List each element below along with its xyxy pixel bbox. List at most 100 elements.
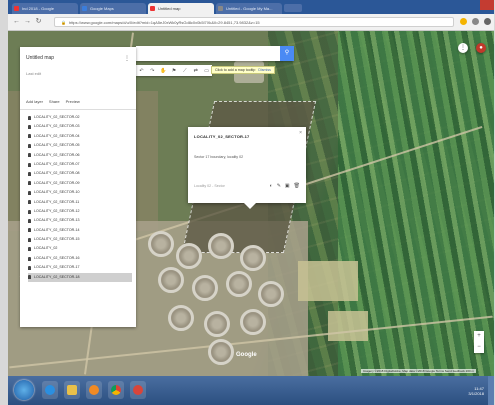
divider bbox=[20, 109, 136, 110]
layer-item[interactable]: LOCALITY_02_SECTOR-11 bbox=[28, 198, 132, 207]
url-field[interactable]: 🔒 https://www.google.com/maps/d/u/0/edit?… bbox=[54, 17, 454, 27]
screen: Ind 2018 - Google Google Maps Untitled m… bbox=[8, 0, 494, 405]
layer-item[interactable]: LOCALITY_02_SECTOR-09 bbox=[28, 179, 132, 188]
layer-item-label: LOCALITY_02_SECTOR-15 bbox=[34, 237, 80, 242]
tooltip-text: Click to add a map tooltip bbox=[215, 68, 256, 72]
layer-item[interactable]: LOCALITY_02_SECTOR-14 bbox=[28, 226, 132, 235]
polygon-icon bbox=[28, 200, 31, 205]
layer-item[interactable]: LOCALITY_02_SECTOR-03 bbox=[28, 122, 132, 131]
show-desktop-button[interactable] bbox=[488, 376, 494, 405]
directions-icon[interactable]: ⇄ bbox=[190, 68, 201, 74]
layer-item[interactable]: LOCALITY_02 bbox=[28, 244, 132, 253]
layer-item[interactable]: LOCALITY_02_SECTOR-18 bbox=[28, 272, 132, 283]
star-icon[interactable] bbox=[460, 18, 467, 25]
layer-item-label: LOCALITY_02_SECTOR-04 bbox=[34, 133, 80, 138]
layer-item-label: LOCALITY_02_SECTOR-09 bbox=[34, 180, 80, 185]
tab-label: Google Maps bbox=[90, 6, 114, 11]
polygon-icon bbox=[28, 218, 31, 223]
layer-item-label: LOCALITY_02_SECTOR-17 bbox=[34, 265, 80, 270]
marker-icon[interactable]: ⚑ bbox=[169, 68, 180, 74]
layer-item[interactable]: LOCALITY_02_SECTOR-10 bbox=[28, 188, 132, 197]
gmail-icon bbox=[14, 6, 19, 11]
app-icon[interactable] bbox=[130, 381, 146, 399]
add-layer-button[interactable]: Add layer bbox=[26, 99, 43, 104]
clock-date: 3/1/2018 bbox=[468, 391, 484, 396]
draw-line-icon[interactable]: ⟋ bbox=[179, 68, 190, 74]
tab-2[interactable]: Google Maps bbox=[80, 3, 146, 14]
layer-item[interactable]: LOCALITY_02_SECTOR-04 bbox=[28, 132, 132, 141]
layer-item[interactable]: LOCALITY_02_SECTOR-02 bbox=[28, 113, 132, 122]
style-icon[interactable]: ◐ bbox=[270, 183, 273, 189]
layer-item-label: LOCALITY_02_SECTOR-08 bbox=[34, 171, 80, 176]
layer-item-label: LOCALITY_02_SECTOR-13 bbox=[34, 218, 80, 223]
tab-3[interactable]: Untitled map bbox=[148, 3, 214, 14]
hand-icon[interactable]: ✋ bbox=[158, 68, 169, 74]
polygon-icon bbox=[28, 256, 31, 261]
feature-info-popup: LOCALITY_02_SECTOR-17 × Sector 17 bounda… bbox=[188, 127, 306, 209]
avatar[interactable]: ● bbox=[476, 43, 486, 53]
popup-title: LOCALITY_02_SECTOR-17 bbox=[194, 134, 250, 139]
system-tray: 11:47 3/1/2018 bbox=[468, 386, 484, 396]
layer-item[interactable]: LOCALITY_02_SECTOR-13 bbox=[28, 216, 132, 225]
layer-item[interactable]: LOCALITY_02_SECTOR-17 bbox=[28, 263, 132, 272]
search-box[interactable]: ⚲ bbox=[136, 46, 294, 61]
polygon-icon bbox=[28, 228, 31, 233]
maximize-button[interactable] bbox=[466, 0, 480, 10]
layer-item-label: LOCALITY_02_SECTOR-16 bbox=[34, 255, 80, 260]
polygon-icon bbox=[28, 134, 31, 139]
search-icon[interactable]: ⚲ bbox=[280, 46, 294, 61]
preview-button[interactable]: Preview bbox=[66, 99, 80, 104]
map-toolbar: ↶ ↷ ✋ ⚑ ⟋ ⇄ ▭ bbox=[136, 65, 212, 76]
minimize-button[interactable] bbox=[452, 0, 466, 10]
popup-actions: ◐ ✎ ▣ 🗑 bbox=[270, 183, 300, 189]
layer-item[interactable]: LOCALITY_02_SECTOR-12 bbox=[28, 207, 132, 216]
media-player-icon[interactable] bbox=[86, 381, 102, 399]
field-patch bbox=[298, 261, 358, 301]
layer-item[interactable]: LOCALITY_02_SECTOR-06 bbox=[28, 151, 132, 160]
extension-icon[interactable] bbox=[472, 18, 479, 25]
layer-item-list: LOCALITY_02_SECTOR-02 LOCALITY_02_SECTOR-… bbox=[28, 113, 132, 283]
maps-icon bbox=[82, 6, 87, 11]
more-vert-icon[interactable]: ⋮ bbox=[124, 55, 130, 62]
chrome-icon[interactable] bbox=[108, 381, 124, 399]
tooltip-banner: Click to add a map tooltip Dismiss bbox=[211, 66, 275, 74]
layer-item[interactable]: LOCALITY_02_SECTOR-08 bbox=[28, 169, 132, 178]
redo-icon[interactable]: ↷ bbox=[147, 68, 158, 74]
url-text: https://www.google.com/maps/d/u/0/edit?m… bbox=[68, 20, 260, 25]
back-arrow-icon[interactable]: ← bbox=[12, 17, 21, 26]
tab-1[interactable]: Ind 2018 - Google bbox=[12, 3, 78, 14]
layer-item-label: LOCALITY_02_SECTOR-06 bbox=[34, 152, 80, 157]
start-button[interactable] bbox=[14, 380, 34, 400]
undo-icon[interactable]: ↶ bbox=[136, 68, 147, 74]
new-tab-button[interactable] bbox=[284, 4, 302, 12]
map-title[interactable]: Untitled map bbox=[26, 55, 54, 61]
circular-colonies bbox=[148, 231, 288, 371]
layer-item-label: LOCALITY_02_SECTOR-14 bbox=[34, 227, 80, 232]
layer-item-label: LOCALITY_02_SECTOR-18 bbox=[34, 274, 80, 279]
delete-icon[interactable]: 🗑 bbox=[294, 183, 300, 189]
lock-icon: 🔒 bbox=[61, 20, 66, 25]
forward-arrow-icon[interactable]: → bbox=[23, 17, 32, 26]
close-window-button[interactable] bbox=[480, 0, 494, 10]
ie-icon[interactable] bbox=[42, 381, 58, 399]
tooltip-link[interactable]: Dismiss bbox=[258, 68, 271, 72]
layer-item[interactable]: LOCALITY_02_SECTOR-05 bbox=[28, 141, 132, 150]
folder-icon[interactable] bbox=[64, 381, 80, 399]
map-canvas[interactable]: ⚲ ↶ ↷ ✋ ⚑ ⟋ ⇄ ▭ Click to add a map toolt… bbox=[8, 31, 494, 376]
apps-icon[interactable]: ⋮ bbox=[458, 43, 468, 53]
close-icon[interactable]: × bbox=[299, 130, 302, 136]
camera-icon[interactable]: ▣ bbox=[285, 183, 290, 189]
layer-item[interactable]: LOCALITY_02_SECTOR-15 bbox=[28, 235, 132, 244]
reload-icon[interactable]: ↻ bbox=[34, 17, 43, 26]
tab-4[interactable]: Untitled - Google My Ma... bbox=[216, 3, 282, 14]
polygon-icon bbox=[28, 237, 31, 242]
tab-label: Untitled - Google My Ma... bbox=[226, 6, 273, 11]
edit-icon[interactable]: ✎ bbox=[277, 183, 281, 189]
share-button[interactable]: Share bbox=[49, 99, 60, 104]
layer-item[interactable]: LOCALITY_02_SECTOR-16 bbox=[28, 254, 132, 263]
layer-item-label: LOCALITY_02_SECTOR-10 bbox=[34, 190, 80, 195]
menu-icon[interactable] bbox=[484, 18, 491, 25]
map-layer-panel: Untitled map ⋮ Last edit Add layer Share… bbox=[20, 47, 136, 327]
zoom-controls[interactable]: + − bbox=[474, 331, 484, 353]
layer-item[interactable]: LOCALITY_02_SECTOR-07 bbox=[28, 160, 132, 169]
